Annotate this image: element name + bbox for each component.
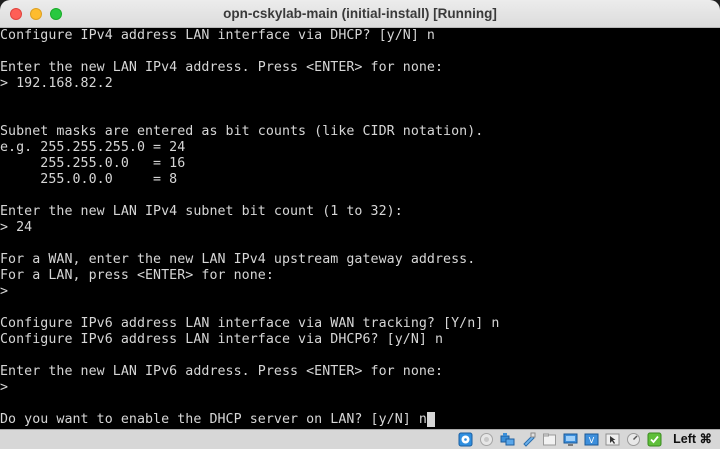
cpu-activity-icon[interactable] bbox=[626, 432, 641, 447]
console-line: 255.0.0.0 = 8 bbox=[0, 172, 178, 187]
title-bar[interactable]: opn-cskylab-main (initial-install) [Runn… bbox=[0, 0, 720, 28]
console-line: Configure IPv6 address LAN interface via… bbox=[0, 332, 444, 347]
mouse-integration-icon[interactable] bbox=[605, 432, 620, 447]
console-line: > 192.168.82.2 bbox=[0, 76, 113, 91]
network-icon[interactable] bbox=[500, 432, 515, 447]
console-line: For a WAN, enter the new LAN IPv4 upstre… bbox=[0, 252, 476, 267]
console-line: For a LAN, press <ENTER> for none: bbox=[0, 268, 274, 283]
console-line: Do you want to enable the DHCP server on… bbox=[0, 412, 435, 428]
console-line: Enter the new LAN IPv4 address. Press <E… bbox=[0, 60, 444, 75]
window-title: opn-cskylab-main (initial-install) [Runn… bbox=[223, 6, 497, 21]
optical-disc-icon[interactable] bbox=[458, 432, 473, 447]
console-line: e.g. 255.255.255.0 = 24 bbox=[0, 140, 186, 155]
vm-window: opn-cskylab-main (initial-install) [Runn… bbox=[0, 0, 720, 449]
audio-icon[interactable] bbox=[479, 432, 494, 447]
vm-console-screen[interactable]: Configure IPv4 address LAN interface via… bbox=[0, 28, 720, 429]
usb-icon[interactable] bbox=[521, 432, 536, 447]
console-line: > bbox=[0, 284, 9, 299]
vm-status-bar: V Left ⌘ bbox=[0, 429, 720, 449]
console-line: > 24 bbox=[0, 220, 33, 235]
console-line: Enter the new LAN IPv6 address. Press <E… bbox=[0, 364, 444, 379]
console-line: 255.255.0.0 = 16 bbox=[0, 156, 186, 171]
host-key-indicator[interactable]: Left ⌘ bbox=[673, 430, 712, 449]
console-line: Configure IPv6 address LAN interface via… bbox=[0, 316, 500, 331]
display-icon[interactable] bbox=[563, 432, 578, 447]
text-cursor bbox=[426, 412, 435, 427]
svg-text:V: V bbox=[589, 436, 595, 445]
guest-additions-icon[interactable] bbox=[647, 432, 662, 447]
console-line: Configure IPv4 address LAN interface via… bbox=[0, 28, 435, 43]
shared-folder-icon[interactable] bbox=[542, 432, 557, 447]
console-line: Enter the new LAN IPv4 subnet bit count … bbox=[0, 204, 403, 219]
video-capture-icon[interactable]: V bbox=[584, 432, 599, 447]
console-line: > bbox=[0, 380, 9, 395]
console-line: Subnet masks are entered as bit counts (… bbox=[0, 124, 484, 139]
